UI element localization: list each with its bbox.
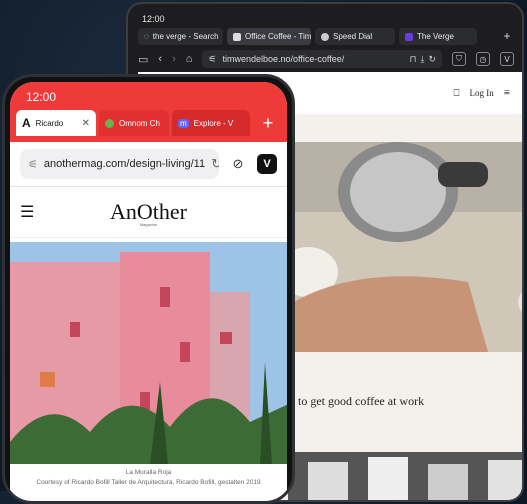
mastodon-icon: m (178, 118, 189, 128)
verge-icon (405, 32, 413, 41)
loading-icon: ◌ (144, 32, 149, 41)
back-icon[interactable]: ‹ (158, 53, 162, 65)
vivaldi-menu-icon[interactable]: V (500, 52, 514, 66)
phone-tab-explore[interactable]: m Explore - V (172, 110, 250, 136)
new-tab-button[interactable]: + (255, 110, 281, 136)
image-caption: La Muralla Roja Courtesy of Ricardo Bofi… (10, 468, 287, 488)
site-header: ☰ AnOther Magazine (10, 187, 287, 238)
la-muralla-roja-image (10, 242, 287, 464)
phone-tab-omnom[interactable]: Omnom Ch (99, 110, 169, 136)
home-icon[interactable]: ⌂ (186, 53, 193, 65)
reload-icon[interactable]: ↻ (428, 54, 436, 65)
vivaldi-menu-icon[interactable]: V (257, 154, 277, 174)
article-headline[interactable]: to get good coffee at work (298, 394, 424, 409)
extensions-icon[interactable]: ◷ (476, 52, 490, 66)
bookmark-icon[interactable]: ⊓ (409, 54, 416, 65)
shield-icon[interactable]: ⛉ (452, 52, 466, 66)
site-settings-icon[interactable]: ⚟ (208, 54, 216, 65)
tablet-toolbar: ▭ ‹ › ⌂ ⚟ timwendelboe.no/office-coffee/… (138, 49, 514, 69)
tablet-tab-office-coffee[interactable]: Office Coffee - Tim ✕ (227, 28, 311, 45)
second-article-image (288, 452, 522, 500)
download-icon[interactable]: ⤓ (420, 54, 424, 65)
phone-address-row: ⚟ anothermag.com/design-living/11 ↻ ⊘ V (10, 142, 287, 187)
tablet-tab-the-verge[interactable]: The Verge (399, 28, 477, 45)
caption-credit: Courtesy of Ricardo Bofill Taller de Arq… (36, 479, 261, 486)
page-icon (233, 32, 241, 41)
phone-tab-area: 12:00 A Ricardo ✕ Omnom Ch m Explore - V… (10, 82, 287, 142)
hamburger-menu-icon[interactable]: ☰ (20, 202, 34, 222)
phone-address-bar[interactable]: ⚟ anothermag.com/design-living/11 ↻ (20, 149, 219, 179)
menu-icon[interactable]: ≡ (504, 87, 510, 99)
cart-icon[interactable]: ⎕ (454, 88, 460, 99)
another-mag-icon: A (22, 116, 31, 130)
phone-tab-bar: A Ricardo ✕ Omnom Ch m Explore - V + (16, 108, 281, 136)
forward-icon[interactable]: › (172, 53, 176, 65)
site-settings-icon[interactable]: ⚟ (28, 158, 38, 171)
tablet-address-bar[interactable]: ⚟ timwendelboe.no/office-coffee/ ⊓ ⤓ ↻ (202, 50, 442, 68)
tablet-tab-search[interactable]: ◌ the verge - Search (138, 28, 223, 45)
another-logo-sub: Magazine (139, 222, 158, 227)
reload-icon[interactable]: ↻ (211, 156, 219, 172)
panel-toggle-icon[interactable]: ▭ (138, 53, 148, 66)
tablet-status-time: 12:00 (142, 14, 165, 24)
tablet-tab-bar: ◌ the verge - Search Office Coffee - Tim… (138, 28, 514, 45)
omnom-icon (105, 118, 114, 128)
close-tab-icon[interactable]: ✕ (82, 118, 90, 129)
new-tab-button[interactable]: + (500, 28, 514, 45)
speed-dial-icon (321, 32, 329, 41)
coffee-hero-image (288, 142, 522, 352)
login-link[interactable]: Log In (470, 88, 494, 98)
phone-status-time: 12:00 (26, 90, 57, 104)
tracker-blocker-icon[interactable]: ⊘ (227, 153, 249, 175)
caption-title: La Muralla Roja (125, 469, 172, 476)
phone-device: 12:00 A Ricardo ✕ Omnom Ch m Explore - V… (2, 74, 295, 504)
tablet-tab-speed-dial[interactable]: Speed Dial (315, 28, 395, 45)
phone-screen: 12:00 A Ricardo ✕ Omnom Ch m Explore - V… (10, 82, 287, 501)
phone-tab-ricardo[interactable]: A Ricardo ✕ (16, 110, 96, 136)
